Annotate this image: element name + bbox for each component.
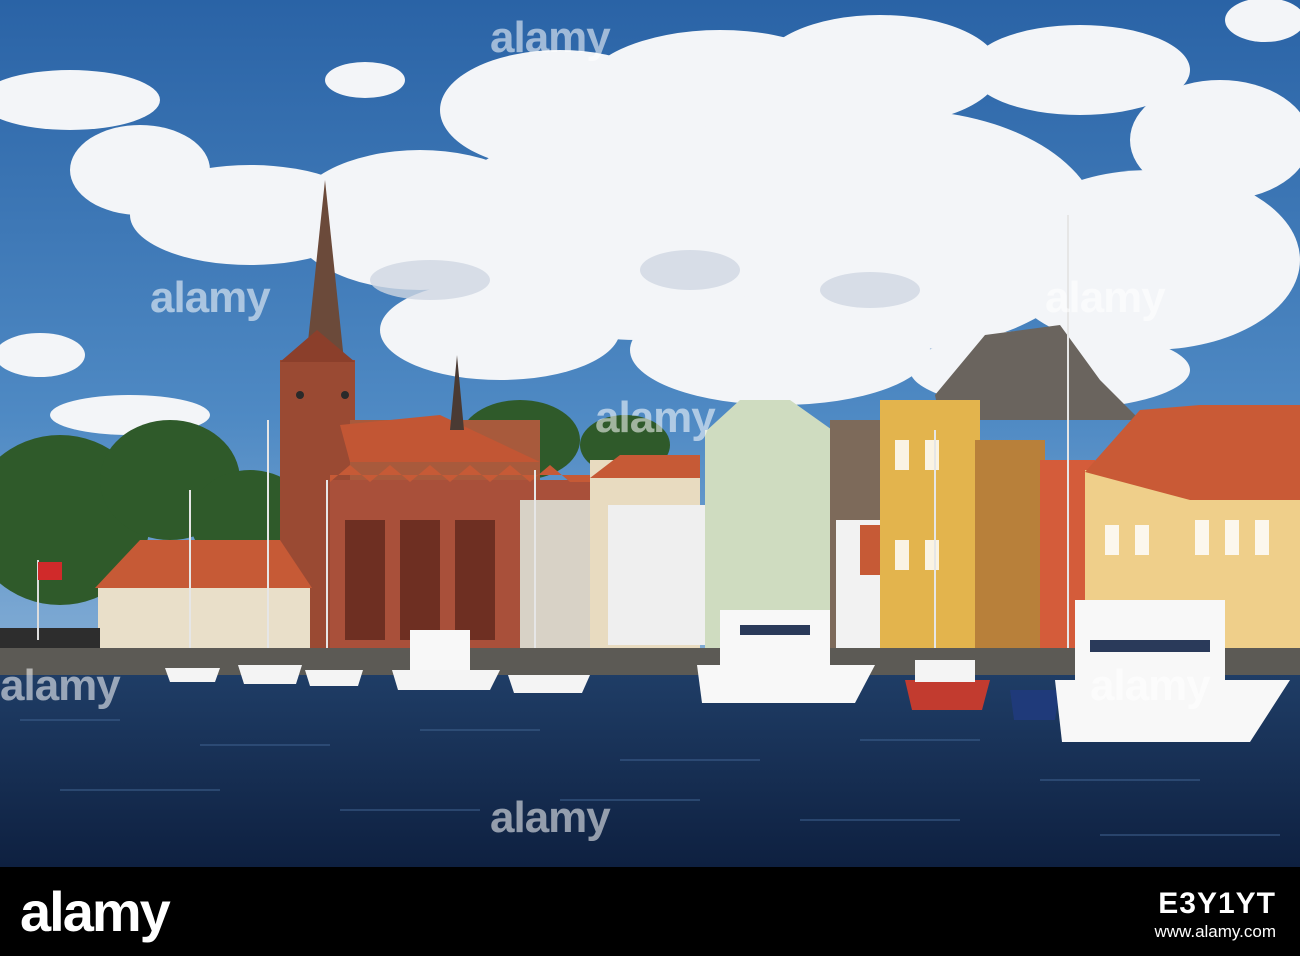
- watermark-text: alamy: [1090, 661, 1211, 710]
- footer-meta: E3Y1YT www.alamy.com: [1154, 887, 1276, 943]
- stock-footer: alamy E3Y1YT www.alamy.com: [0, 867, 1300, 956]
- watermark-text: alamy: [0, 661, 121, 710]
- watermark-text: alamy: [1045, 273, 1166, 322]
- watermark-text: alamy: [595, 393, 716, 442]
- watermark-text: alamy: [150, 273, 271, 322]
- footer-url: www.alamy.com: [1154, 922, 1276, 941]
- watermark-text: alamy: [490, 13, 611, 62]
- harbor-photo: alamy alamy alamy alamy alamy alamy alam…: [0, 0, 1300, 867]
- watermark-text: alamy: [490, 793, 611, 842]
- alamy-logo: alamy: [20, 880, 171, 943]
- image-id: E3Y1YT: [1158, 887, 1276, 920]
